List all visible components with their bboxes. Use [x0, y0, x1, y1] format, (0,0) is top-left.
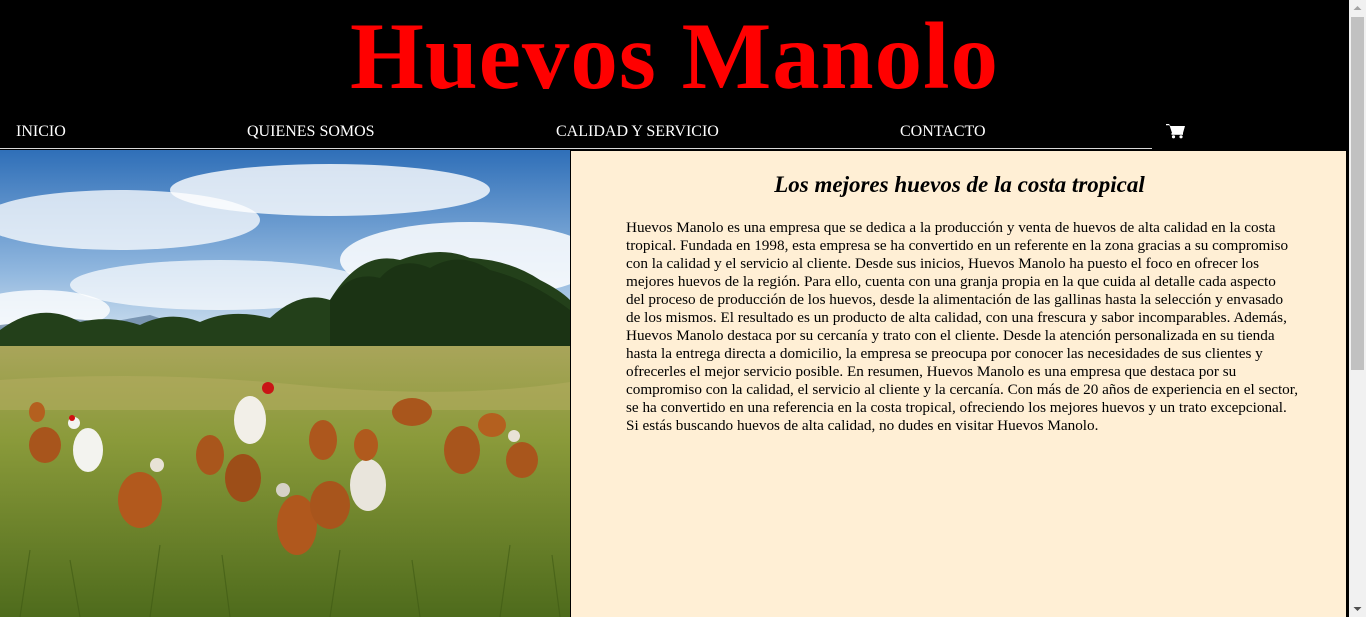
scroll-up-arrow-icon[interactable] — [1349, 0, 1366, 17]
content-body: Huevos Manolo es una empresa que se dedi… — [626, 219, 1299, 434]
nav-underline — [0, 148, 1152, 149]
scrollbar-thumb[interactable] — [1351, 17, 1364, 370]
content-title: Los mejores huevos de la costa tropical — [774, 172, 1145, 197]
page: Huevos Manolo INICIO QUIENES SOMOS CALID… — [0, 0, 1349, 617]
hero-photo — [0, 150, 570, 617]
content-panel: Los mejores huevos de la costa tropical … — [570, 150, 1347, 617]
nav-item-calidad-y-servicio[interactable]: CALIDAD Y SERVICIO — [556, 122, 719, 141]
nav-item-contacto[interactable]: CONTACTO — [900, 122, 986, 141]
shopping-cart-icon[interactable] — [1166, 123, 1186, 139]
site-title: Huevos Manolo — [349, 3, 999, 109]
nav-item-quienes-somos[interactable]: QUIENES SOMOS — [247, 122, 375, 141]
nav-item-inicio[interactable]: INICIO — [16, 122, 66, 141]
site-header: Huevos Manolo — [0, 0, 1349, 113]
vertical-scrollbar[interactable] — [1349, 0, 1366, 617]
scroll-down-arrow-icon[interactable] — [1349, 600, 1366, 617]
